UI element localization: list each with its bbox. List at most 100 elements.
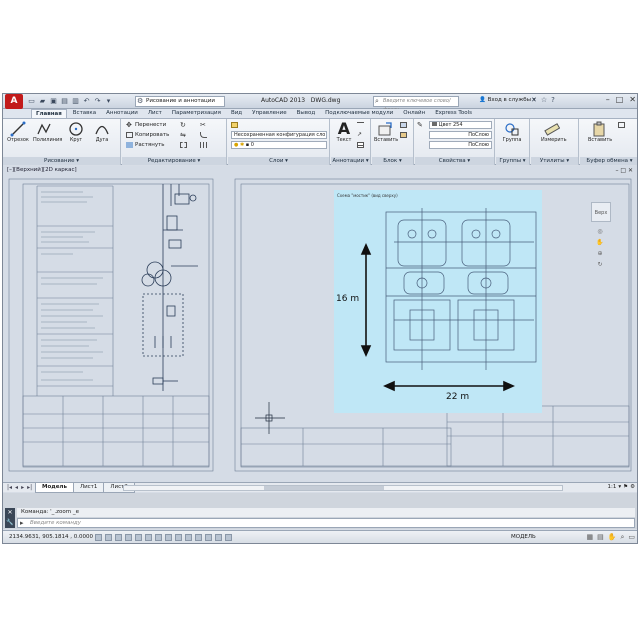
clipboard-panel-title[interactable]: Буфер обмена ▾ [580,157,637,165]
tab-parametric[interactable]: Параметризация [168,109,225,118]
leader-button[interactable]: ↗ [357,131,366,139]
pan-icon[interactable]: ✋ [596,239,603,246]
annotation-visibility-icon[interactable]: ⚑ [623,484,628,490]
osnap-toggle-icon[interactable] [135,534,142,541]
last-tab-icon[interactable]: ▸| [27,484,32,491]
table-button[interactable] [357,141,366,149]
polyline-tool-button[interactable]: Полилиния [33,121,62,143]
help-search-input[interactable]: ⌕ Введите ключевое слово/фразу [373,96,459,113]
create-block-button[interactable] [400,121,409,129]
workspace-switch-icon[interactable]: ⚙ [630,484,635,490]
stretch-button[interactable]: Растянуть [126,141,165,149]
zoom-status-icon[interactable]: ⌕ [620,533,624,542]
help-icon[interactable]: ? [551,96,555,104]
linetype-dropdown[interactable]: ПоСлою [429,131,492,139]
exchange-icon[interactable]: ✕ [531,96,537,104]
edit-block-button[interactable] [400,131,409,139]
ducs-toggle-icon[interactable] [165,534,172,541]
tab-model[interactable]: Модель [35,483,74,493]
save-as-icon[interactable]: ▤ [60,96,69,106]
quick-view-drawings-icon[interactable]: ▤ [597,533,604,542]
tab-home[interactable]: Главная [31,109,67,118]
modify-panel-title[interactable]: Редактирование ▾ [122,157,226,165]
trim-button[interactable]: ✂ [200,121,209,129]
grid-toggle-icon[interactable] [105,534,112,541]
scale-button[interactable] [180,141,189,149]
tab-manage[interactable]: Управление [248,109,291,118]
draw-panel-title[interactable]: Рисование ▾ [3,157,120,165]
dyn-toggle-icon[interactable] [175,534,182,541]
steering-wheel-icon[interactable]: ◎ [597,228,602,235]
fillet-button[interactable] [200,131,209,139]
drawing-canvas[interactable]: [–][Верхний][2D каркас] – □ ✕ Схема "мос… [3,166,637,482]
text-tool-button[interactable]: A Текст [333,121,355,144]
substation-layout-image[interactable]: Схема "мостик" (вид сверху) 16 m 22 m [334,190,542,413]
tab-annotate[interactable]: Аннотации [102,109,142,118]
mirror-button[interactable]: ⇋ [180,131,189,139]
qp-toggle-icon[interactable] [205,534,212,541]
lineweight-dropdown[interactable]: ПоСлою [429,141,492,149]
close-icon[interactable]: ✕ [629,95,636,104]
workspace-dropdown[interactable]: ⚙ Рисование и аннотации [135,96,225,107]
pan-status-icon[interactable]: ✋ [608,533,617,542]
tab-express-tools[interactable]: Express Tools [431,109,476,118]
block-panel-title[interactable]: Блок ▾ [372,157,413,165]
arc-tool-button[interactable]: Дуга [91,121,113,143]
polar-toggle-icon[interactable] [125,534,132,541]
next-tab-icon[interactable]: ▸ [21,484,24,491]
line-tool-button[interactable]: Отрезок [7,121,29,143]
tpy-toggle-icon[interactable] [195,534,202,541]
utilities-panel-title[interactable]: Утилиты ▾ [531,157,578,165]
otrack-toggle-icon[interactable] [155,534,162,541]
new-file-icon[interactable]: ▭ [27,96,36,106]
annotation-scale-control[interactable]: 1:1 ▾ ⚑ ⚙ [608,484,636,490]
first-tab-icon[interactable]: |◂ [7,484,12,491]
viewcube[interactable]: Верх [591,202,611,222]
measure-button[interactable]: Измерить [541,121,567,143]
ortho-toggle-icon[interactable] [115,534,122,541]
prev-tab-icon[interactable]: ◂ [15,484,18,491]
minimize-icon[interactable]: – [606,95,610,104]
clean-screen-icon[interactable]: ▭ [628,533,635,542]
properties-panel-title[interactable]: Свойства ▾ [415,157,494,165]
layers-panel-title[interactable]: Слои ▾ [228,157,329,165]
redo-icon[interactable]: ↷ [93,96,102,106]
tab-insert[interactable]: Вставка [69,109,100,118]
model-space-button[interactable]: МОДЕЛЬ [511,534,536,540]
tab-view[interactable]: Вид [227,109,246,118]
maximize-icon[interactable]: □ [616,95,624,104]
open-file-icon[interactable]: ▰ [38,96,47,106]
tab-output[interactable]: Вывод [293,109,320,118]
dropdown-arrow-icon[interactable]: ▾ [104,96,113,106]
copy-clip-button[interactable] [618,121,627,129]
am-toggle-icon[interactable] [225,534,232,541]
match-properties-button[interactable]: ✎ [417,121,426,129]
circle-tool-button[interactable]: Круг [65,121,87,143]
plot-icon[interactable]: ▥ [71,96,80,106]
quick-view-layouts-icon[interactable]: ▦ [586,533,593,542]
dimension-button[interactable] [357,121,366,129]
command-close-button[interactable]: ✕ 🔧 [5,508,15,528]
signin-button[interactable]: 👤 Вход в службы ▾ [479,97,536,103]
tab-sheet1[interactable]: Лист1 [72,483,105,493]
layer-state-dropdown[interactable]: Несохраненная конфигурация сло [231,131,327,139]
scrollbar-thumb[interactable] [264,486,384,490]
color-dropdown[interactable]: Цвет 254 [429,121,492,129]
zoom-icon[interactable]: ⊕ [597,250,602,257]
command-input[interactable]: ▸ Введите команду [17,518,635,528]
paste-button[interactable]: Вставить [588,121,612,143]
insert-block-button[interactable]: Вставить [374,121,398,143]
copy-button[interactable]: Копировать [126,131,169,139]
save-icon[interactable]: ▣ [49,96,58,106]
group-button[interactable]: Группа [501,121,523,143]
sc-toggle-icon[interactable] [215,534,222,541]
lwt-toggle-icon[interactable] [185,534,192,541]
groups-panel-title[interactable]: Группы ▾ [496,157,529,165]
snap-toggle-icon[interactable] [95,534,102,541]
star-icon[interactable]: ☆ [541,96,547,104]
coordinates-readout[interactable]: 2134.9631, 905.1814 , 0.0000 [9,534,93,540]
tab-layout[interactable]: Лист [144,109,166,118]
array-button[interactable] [200,141,209,149]
horizontal-scrollbar[interactable] [123,485,563,491]
rotate-button[interactable]: ↻ [180,121,189,129]
